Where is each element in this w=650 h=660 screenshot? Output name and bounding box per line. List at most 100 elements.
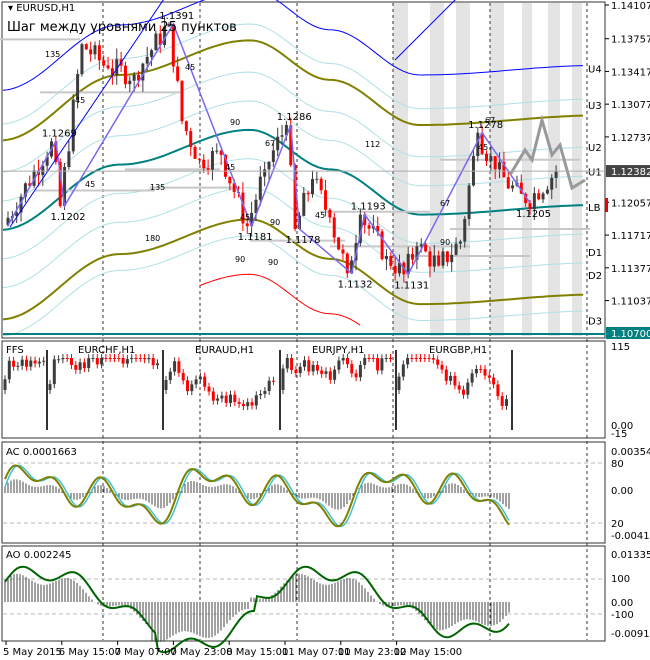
ffs-candle: [48, 384, 52, 390]
bull-candle[interactable]: [302, 192, 306, 216]
ffs-candle: [194, 379, 198, 385]
bull-candle[interactable]: [215, 150, 219, 152]
bear-candle[interactable]: [176, 66, 180, 81]
bear-candle[interactable]: [197, 158, 201, 160]
bear-candle[interactable]: [393, 265, 397, 274]
bull-candle[interactable]: [458, 241, 462, 244]
ffs-candle: [130, 358, 134, 360]
bear-candle[interactable]: [332, 217, 336, 238]
bear-candle[interactable]: [367, 225, 371, 229]
bull-candle[interactable]: [511, 185, 515, 189]
bear-candle[interactable]: [102, 60, 106, 66]
bear-candle[interactable]: [424, 244, 428, 252]
level-label-u1: U1: [588, 167, 602, 178]
bull-candle[interactable]: [554, 171, 558, 178]
bear-candle[interactable]: [389, 255, 393, 266]
bull-candle[interactable]: [311, 178, 314, 195]
level-step-note: Шаг между уровнями 25 пунктов: [7, 20, 237, 35]
bull-candle[interactable]: [150, 50, 154, 57]
bear-candle[interactable]: [437, 255, 441, 266]
bull-candle[interactable]: [441, 251, 445, 266]
bull-candle[interactable]: [454, 243, 458, 255]
bull-candle[interactable]: [271, 150, 275, 162]
bear-candle[interactable]: [106, 65, 110, 69]
bull-candle[interactable]: [463, 218, 467, 242]
bull-candle[interactable]: [267, 161, 271, 170]
bull-candle[interactable]: [210, 151, 214, 170]
bear-candle[interactable]: [193, 146, 197, 159]
bear-candle[interactable]: [97, 45, 101, 61]
ffs-candle: [91, 358, 95, 359]
ffs-candle: [457, 385, 461, 390]
bear-candle[interactable]: [428, 251, 432, 267]
ffs-candle: [95, 358, 99, 365]
bear-candle[interactable]: [380, 231, 384, 260]
bull-candle[interactable]: [545, 189, 549, 194]
bear-candle[interactable]: [485, 153, 488, 161]
bull-candle[interactable]: [489, 156, 493, 161]
bear-candle[interactable]: [328, 209, 332, 218]
bear-candle[interactable]: [341, 249, 345, 254]
bear-candle[interactable]: [445, 251, 449, 263]
bull-candle[interactable]: [280, 135, 284, 137]
bull-candle[interactable]: [532, 193, 536, 210]
angle-label: 180: [145, 234, 160, 243]
angle-label: 45: [240, 213, 250, 222]
bull-candle[interactable]: [145, 56, 149, 64]
bear-candle[interactable]: [411, 253, 415, 260]
ffs-candle: [125, 359, 129, 364]
ffs-candle: [168, 371, 172, 381]
bear-candle[interactable]: [123, 65, 127, 85]
ffs-candle: [315, 364, 319, 371]
bull-candle[interactable]: [550, 177, 554, 190]
bull-candle[interactable]: [67, 151, 71, 168]
bear-candle[interactable]: [228, 176, 232, 184]
bull-candle[interactable]: [258, 176, 262, 200]
bear-candle[interactable]: [189, 131, 193, 147]
bull-candle[interactable]: [128, 80, 132, 85]
zigzag-price-label: 1.1286: [277, 112, 312, 123]
bull-candle[interactable]: [71, 99, 75, 152]
bull-candle[interactable]: [498, 162, 502, 170]
bear-candle[interactable]: [184, 121, 188, 132]
bull-candle[interactable]: [263, 169, 267, 177]
bull-candle[interactable]: [384, 255, 388, 260]
bull-candle[interactable]: [93, 45, 97, 55]
bear-candle[interactable]: [89, 49, 93, 55]
ao-axis-label: -0.009123: [611, 629, 650, 640]
bid-marker: [605, 198, 608, 212]
bull-candle[interactable]: [132, 74, 136, 81]
bear-candle[interactable]: [306, 192, 310, 195]
bull-candle[interactable]: [154, 33, 158, 51]
symbol-label: EURUSD,H1: [16, 3, 76, 14]
ffs-candle: [406, 358, 410, 365]
bull-candle[interactable]: [432, 255, 436, 267]
bear-candle[interactable]: [206, 168, 210, 170]
bear-candle[interactable]: [319, 178, 323, 191]
ffs-candle: [474, 368, 478, 374]
bear-candle[interactable]: [506, 177, 510, 189]
dropdown-triangle-icon[interactable]: ▾: [8, 3, 13, 14]
ffs-candle: [134, 358, 138, 359]
bull-candle[interactable]: [541, 193, 545, 200]
ffs-candle: [190, 384, 194, 392]
bear-candle[interactable]: [180, 80, 184, 122]
bear-candle[interactable]: [84, 44, 88, 50]
bear-candle[interactable]: [202, 159, 206, 169]
bull-candle[interactable]: [276, 136, 280, 151]
ffs-candle: [173, 361, 177, 372]
bull-candle[interactable]: [80, 44, 84, 75]
bear-candle[interactable]: [493, 156, 497, 170]
angle-label: 135: [150, 183, 165, 192]
ffs-candle: [186, 380, 189, 392]
bull-candle[interactable]: [315, 178, 319, 180]
bear-candle[interactable]: [337, 237, 341, 250]
trading-chart[interactable]: 1.12691.12021.13911.12861.1181 1.11781.11…: [0, 0, 650, 660]
ffs-candle: [211, 391, 215, 401]
bear-candle[interactable]: [245, 223, 249, 227]
bear-candle[interactable]: [324, 190, 328, 210]
bull-candle[interactable]: [450, 254, 454, 263]
level-label-u3: U3: [588, 101, 602, 112]
bear-candle[interactable]: [537, 193, 541, 200]
bull-candle[interactable]: [467, 185, 471, 219]
